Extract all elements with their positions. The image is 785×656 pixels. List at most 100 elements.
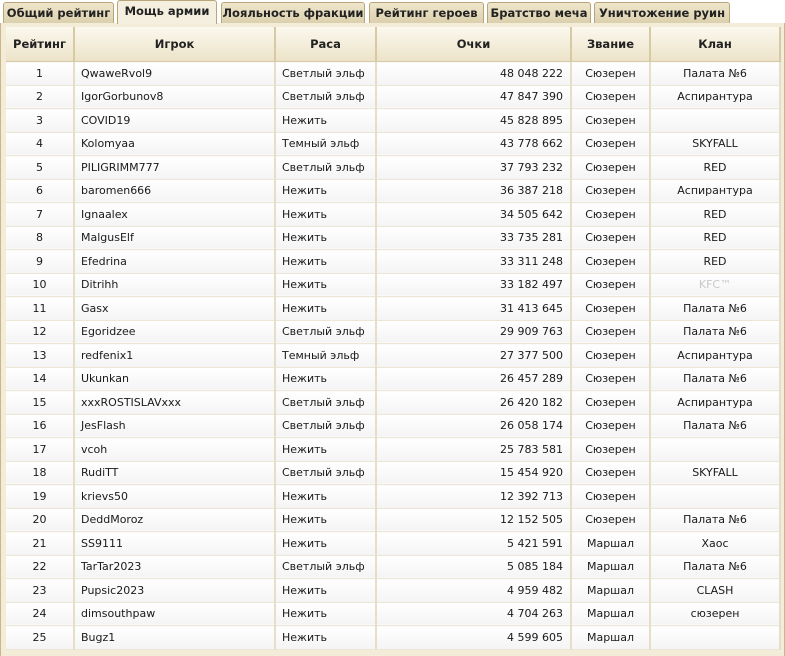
clan-link[interactable]: CLASH [650, 578, 781, 603]
points-cell: 12 152 505 [376, 508, 572, 532]
rank-cell: 15 [6, 390, 75, 415]
clan-link[interactable]: Палата №6 [650, 414, 781, 438]
title-cell: Сюзерен [571, 390, 651, 415]
clan-link[interactable]: RED [650, 226, 781, 250]
clan-link[interactable] [650, 484, 781, 509]
table-row: 4 Kolomyaa Темный эльф 43 778 662 Сюзерен SKY… [6, 132, 781, 156]
clan-link[interactable]: RED [650, 155, 781, 180]
player-link[interactable]: redfenix1 [74, 343, 276, 368]
tab-heroes-rating[interactable]: Рейтинг героев [369, 2, 484, 23]
header-title[interactable]: Звание [571, 27, 651, 62]
race-cell: Нежить [275, 226, 377, 250]
rank-cell: 9 [6, 249, 75, 274]
title-cell: Сюзерен [571, 155, 651, 180]
clan-link[interactable]: Аспирантура [650, 179, 781, 203]
table-row: 1 QwaweRvol9 Светлый эльф 48 048 222 Сюзерен… [6, 61, 781, 86]
clan-link[interactable] [650, 437, 781, 462]
clan-link[interactable]: Аспирантура [650, 85, 781, 109]
player-link[interactable]: MalgusElf [74, 226, 276, 250]
title-cell: Маршал [571, 531, 651, 556]
race-cell: Нежить [275, 367, 377, 391]
title-cell: Сюзерен [571, 484, 651, 509]
player-link[interactable]: krievs50 [74, 484, 276, 509]
rank-cell: 20 [6, 508, 75, 532]
header-points[interactable]: Очки [376, 27, 572, 62]
clan-link[interactable]: Аспирантура [650, 343, 781, 368]
table-row: 6 baromen666 Нежить 36 387 218 Сюзерен Аспира… [6, 179, 781, 203]
player-link[interactable]: TarTar2023 [74, 555, 276, 579]
player-link[interactable]: vcoh [74, 437, 276, 462]
tab-bar: Общий рейтинг Мощь армии Лояльность фрак… [0, 0, 785, 24]
race-cell: Нежить [275, 602, 377, 626]
clan-link[interactable]: Палата №6 [650, 320, 781, 344]
tab-sword-brotherhood[interactable]: Братство меча [487, 2, 591, 23]
clan-link[interactable]: Палата №6 [650, 296, 781, 321]
header-rank[interactable]: Рейтинг [6, 27, 75, 62]
table-row: 8 MalgusElf Нежить 33 735 281 Сюзерен RED [6, 226, 781, 250]
clan-link[interactable]: Палата №6 [650, 367, 781, 391]
player-link[interactable]: Ignaalex [74, 202, 276, 227]
clan-link[interactable]: Палата №6 [650, 61, 781, 86]
points-cell: 12 392 713 [376, 484, 572, 509]
points-cell: 33 311 248 [376, 249, 572, 274]
title-cell: Сюзерен [571, 508, 651, 532]
player-link[interactable]: Pupsic2023 [74, 578, 276, 603]
player-link[interactable]: Bugz1 [74, 625, 276, 650]
player-link[interactable]: PILIGRIMM777 [74, 155, 276, 180]
table-row: 14 Ukunkan Нежить 26 457 289 Сюзерен Палата №… [6, 367, 781, 391]
title-cell: Сюзерен [571, 179, 651, 203]
points-cell: 26 420 182 [376, 390, 572, 415]
header-clan[interactable]: Клан [650, 27, 781, 62]
player-link[interactable]: DeddMoroz [74, 508, 276, 532]
clan-link[interactable]: Аспирантура [650, 390, 781, 415]
player-link[interactable]: QwaweRvol9 [74, 61, 276, 86]
header-race[interactable]: Раса [275, 27, 377, 62]
player-link[interactable]: xxxROSTISLAVxxx [74, 390, 276, 415]
player-link[interactable]: IgorGorbunov8 [74, 85, 276, 109]
points-cell: 4 959 482 [376, 578, 572, 603]
clan-link[interactable]: Палата №6 [650, 508, 781, 532]
clan-link[interactable] [650, 625, 781, 650]
player-link[interactable]: RudiTT [74, 461, 276, 485]
title-cell: Сюзерен [571, 296, 651, 321]
title-cell: Сюзерен [571, 108, 651, 133]
table-row: 12 Egoridzee Светлый эльф 29 909 763 Сюзерен… [6, 320, 781, 344]
clan-link[interactable]: сюзерен [650, 602, 781, 626]
table-row: 2 IgorGorbunov8 Светлый эльф 47 847 390 Сюзе… [6, 85, 781, 109]
title-cell: Сюзерен [571, 61, 651, 86]
player-link[interactable]: Egoridzee [74, 320, 276, 344]
title-cell: Сюзерен [571, 461, 651, 485]
clan-link[interactable]: RED [650, 202, 781, 227]
clan-link[interactable]: KFC™ [650, 273, 781, 297]
player-link[interactable]: SS9111 [74, 531, 276, 556]
race-cell: Нежить [275, 484, 377, 509]
clan-link[interactable]: RED [650, 249, 781, 274]
player-link[interactable]: JesFlash [74, 414, 276, 438]
tab-ruins-destruction[interactable]: Уничтожение руин [594, 2, 730, 23]
clan-link[interactable]: Палата №6 [650, 555, 781, 579]
player-link[interactable]: Gasx [74, 296, 276, 321]
header-player[interactable]: Игрок [74, 27, 276, 62]
player-link[interactable]: Efedrina [74, 249, 276, 274]
clan-link[interactable] [650, 108, 781, 133]
player-link[interactable]: Kolomyaa [74, 132, 276, 156]
tab-faction-loyalty[interactable]: Лояльность фракции [221, 2, 365, 23]
points-cell: 27 377 500 [376, 343, 572, 368]
tab-army-power[interactable]: Мощь армии [117, 0, 217, 24]
player-link[interactable]: Ukunkan [74, 367, 276, 391]
points-cell: 26 058 174 [376, 414, 572, 438]
title-cell: Маршал [571, 625, 651, 650]
table-row: 15 xxxROSTISLAVxxx Светлый эльф 26 420 182 С… [6, 390, 781, 415]
clan-link[interactable]: Хаос [650, 531, 781, 556]
table-row: 9 Efedrina Нежить 33 311 248 Сюзерен RED [6, 249, 781, 274]
race-cell: Нежить [275, 578, 377, 603]
clan-link[interactable]: SKYFALL [650, 461, 781, 485]
player-link[interactable]: COVID19 [74, 108, 276, 133]
points-cell: 37 793 232 [376, 155, 572, 180]
player-link[interactable]: dimsouthpaw [74, 602, 276, 626]
clan-link[interactable]: SKYFALL [650, 132, 781, 156]
rank-cell: 18 [6, 461, 75, 485]
player-link[interactable]: baromen666 [74, 179, 276, 203]
player-link[interactable]: Ditrihh [74, 273, 276, 297]
tab-general-rating[interactable]: Общий рейтинг [3, 2, 114, 23]
